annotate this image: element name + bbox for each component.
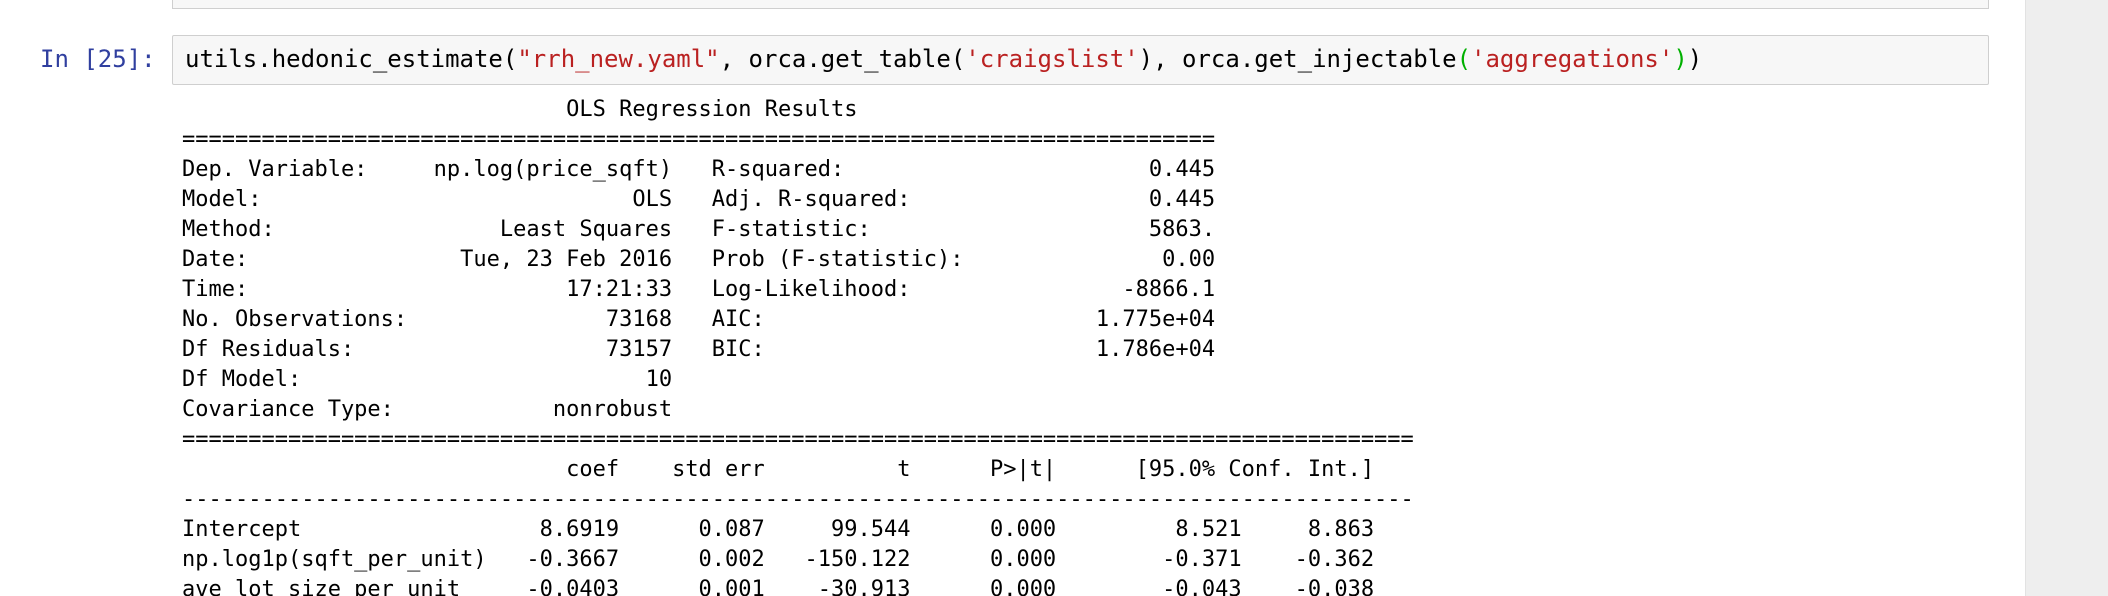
output-line: Df Residuals: 73157 BIC: 1.786e+04: [182, 337, 1216, 362]
output-line: Df Model: 10: [182, 367, 1216, 392]
output-line: Intercept 8.6919 0.087 99.544 0.000 8.52…: [182, 517, 1375, 542]
code-token: ), orca.get_injectable: [1138, 45, 1457, 73]
output-line: ave_lot_size_per_unit -0.0403 0.001 -30.…: [182, 577, 1375, 596]
ols-regression-results: OLS Regression Results =================…: [182, 95, 2012, 596]
output-line: Dep. Variable: np.log(price_sqft) R-squa…: [182, 157, 1216, 182]
output-line: ========================================…: [182, 427, 1414, 452]
cell-output: OLS Regression Results =================…: [182, 95, 2012, 596]
output-line: Model: OLS Adj. R-squared: 0.445: [182, 187, 1216, 212]
notebook-panel: In [25]: utils.hedonic_estimate("rrh_new…: [0, 0, 2025, 596]
output-line: Time: 17:21:33 Log-Likelihood: -8866.1: [182, 277, 1216, 302]
code-token: utils.hedonic_estimate(: [185, 45, 518, 73]
code-token: (: [1456, 45, 1472, 73]
scrollbar-gutter[interactable]: [2025, 0, 2108, 596]
code-token: ): [1687, 45, 1703, 73]
output-line: Method: Least Squares F-statistic: 5863.: [182, 217, 1216, 242]
output-line: coef std err t P>|t| [95.0% Conf. Int.]: [182, 457, 1375, 482]
code-token: "rrh_new.yaml": [517, 45, 720, 73]
output-line: ========================================…: [182, 127, 1216, 152]
output-line: ----------------------------------------…: [182, 487, 1414, 512]
code-token: 'aggregations': [1471, 45, 1674, 73]
output-line: Date: Tue, 23 Feb 2016 Prob (F-statistic…: [182, 247, 1216, 272]
input-prompt: In [25]:: [40, 45, 156, 73]
output-line: No. Observations: 73168 AIC: 1.775e+04: [182, 307, 1216, 332]
code-token: 'craigslist': [965, 45, 1139, 73]
code-token: , orca.get_table(: [719, 45, 966, 73]
code-line: utils.hedonic_estimate("rrh_new.yaml", o…: [185, 44, 1702, 74]
output-line: np.log1p(sqft_per_unit) -0.3667 0.002 -1…: [182, 547, 1375, 572]
code-token: ): [1673, 45, 1688, 73]
previous-cell-bottom[interactable]: [172, 0, 1989, 9]
output-line: Covariance Type: nonrobust: [182, 397, 1216, 422]
output-line: OLS Regression Results: [182, 97, 1229, 122]
code-cell-input[interactable]: utils.hedonic_estimate("rrh_new.yaml", o…: [172, 35, 1989, 85]
